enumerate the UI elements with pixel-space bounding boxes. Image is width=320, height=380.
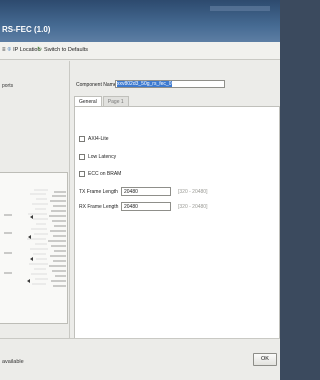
low-latency-checkbox[interactable] xyxy=(79,154,85,160)
location-pin-icon: ⌾ xyxy=(7,47,12,53)
ok-button[interactable]: OK xyxy=(253,353,277,366)
axi4-lite-label: AXI4-Lite xyxy=(88,136,109,142)
switch-defaults-label: Switch to Defaults xyxy=(44,47,89,53)
rx-frame-length-label: RX Frame Length xyxy=(79,204,119,210)
component-name-input[interactable]: xxv802d3_50g_rs_fec_0 xyxy=(115,80,225,88)
tab-general[interactable]: General xyxy=(74,96,102,106)
button-bar: available OK xyxy=(0,338,280,380)
component-name-value: xxv802d3_50g_rs_fec_0 xyxy=(117,81,172,87)
ip-location-button[interactable]: ≡ ⌾ IP Location xyxy=(2,47,41,53)
tx-frame-length-range: [320 - 20480] xyxy=(178,189,208,195)
show-ports-label: ports xyxy=(2,83,14,89)
port-pins-graphic xyxy=(4,189,66,287)
symbol-pane: ports xyxy=(0,61,70,361)
rx-frame-length-range: [320 - 20480] xyxy=(178,204,208,210)
toolbar: ≡ ⌾ IP Location ↻ Switch to Defaults xyxy=(0,42,280,60)
documentation-icon: ≡ xyxy=(2,47,6,53)
refresh-icon: ↻ xyxy=(37,47,43,53)
ip-symbol-diagram xyxy=(0,172,68,324)
low-latency-checkbox-row[interactable]: Low Latency xyxy=(79,154,116,160)
title-bar: RS-FEC (1.0) xyxy=(0,0,280,42)
configuration-pane: Component Name xxv802d3_50g_rs_fec_0 Gen… xyxy=(72,61,280,361)
ecc-on-bram-checkbox[interactable] xyxy=(79,171,85,177)
ecc-on-bram-label: ECC on BRAM xyxy=(88,171,122,177)
general-tab-panel: AXI4-Lite Low Latency ECC on BRAM TX Fra… xyxy=(74,106,280,361)
config-tabs: General Page 1 xyxy=(74,96,130,106)
status-text: available xyxy=(2,359,24,365)
ecc-on-bram-checkbox-row[interactable]: ECC on BRAM xyxy=(79,171,121,177)
title-bar-background xyxy=(210,6,270,11)
switch-to-defaults-button[interactable]: ↻ Switch to Defaults xyxy=(37,47,88,53)
axi4-lite-checkbox-row[interactable]: AXI4-Lite xyxy=(79,136,109,142)
tx-frame-length-label: TX Frame Length xyxy=(79,189,118,195)
low-latency-label: Low Latency xyxy=(88,154,117,160)
axi4-lite-checkbox[interactable] xyxy=(79,136,85,142)
tx-frame-length-input[interactable]: 20480 xyxy=(121,187,171,196)
component-name-label: Component Name xyxy=(76,82,117,88)
rx-frame-length-input[interactable]: 20480 xyxy=(121,202,171,211)
ip-customization-window: ≡ ⌾ IP Location ↻ Switch to Defaults por… xyxy=(0,42,280,380)
tab-page-1[interactable]: Page 1 xyxy=(102,96,129,106)
window-title: RS-FEC (1.0) xyxy=(2,25,51,34)
